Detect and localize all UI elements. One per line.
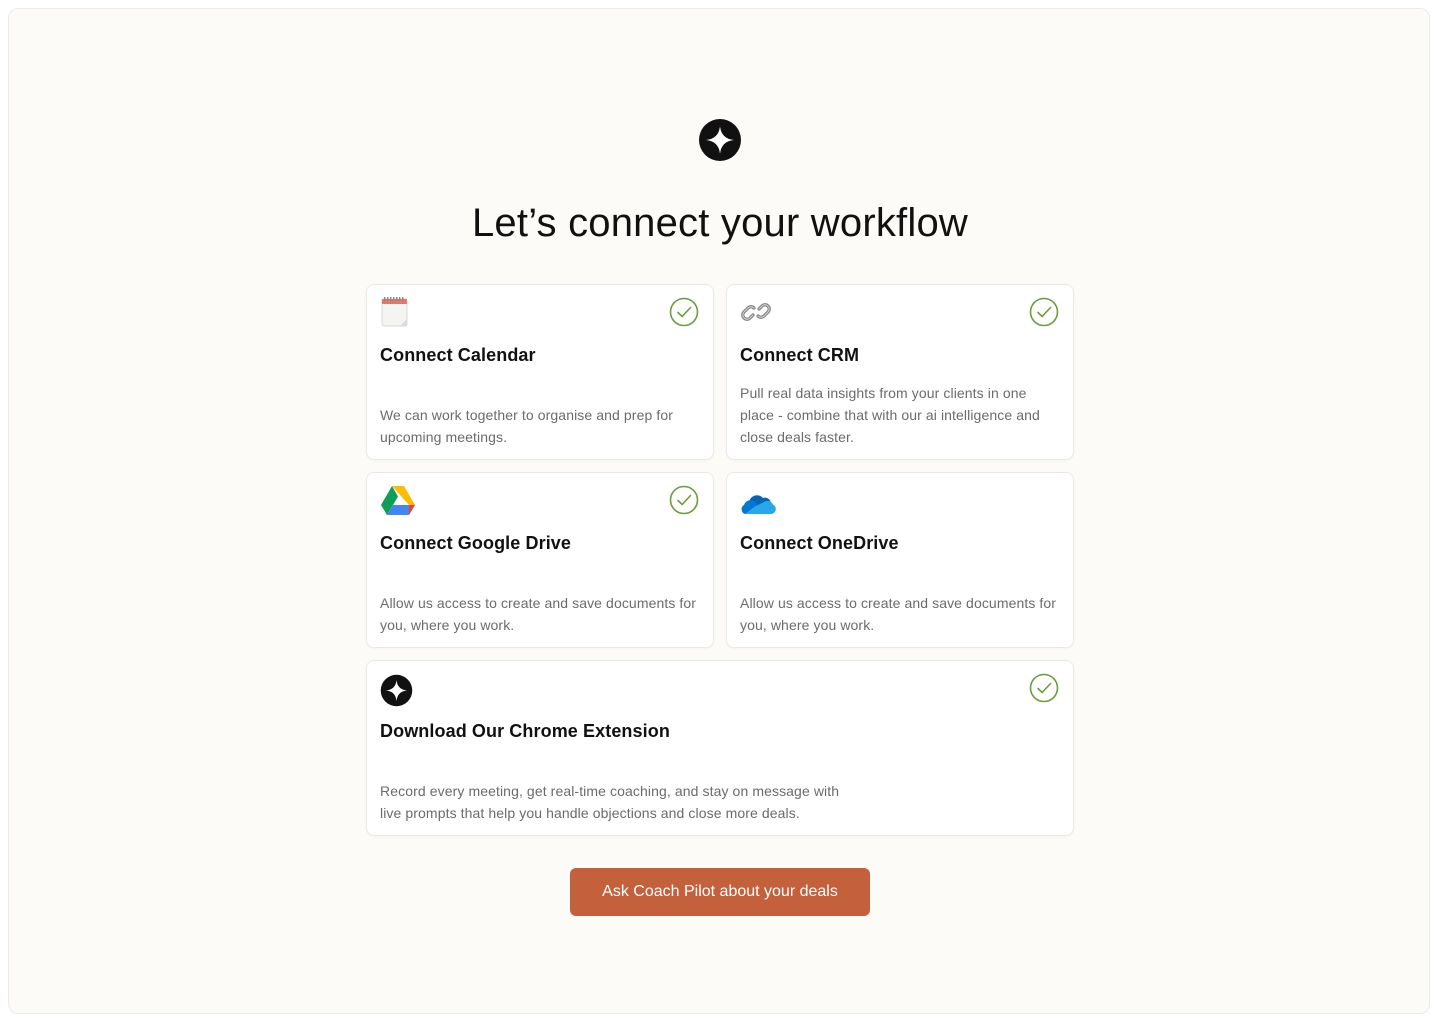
connected-check-icon bbox=[669, 485, 699, 515]
sparkle-logo-icon bbox=[699, 119, 741, 161]
connect-google-drive-card[interactable]: Connect Google Drive Allow us access to … bbox=[366, 472, 714, 648]
ask-coach-pilot-button[interactable]: Ask Coach Pilot about your deals bbox=[570, 868, 870, 916]
page-title: Let’s connect your workflow bbox=[471, 201, 968, 245]
link-icon bbox=[741, 303, 771, 321]
card-title: Download Our Chrome Extension bbox=[380, 721, 670, 741]
sparkle-logo-icon bbox=[380, 674, 413, 707]
card-title: Connect OneDrive bbox=[740, 533, 899, 553]
card-description: We can work together to organise and pre… bbox=[380, 407, 673, 445]
connected-check-icon bbox=[669, 297, 699, 327]
connect-calendar-card[interactable]: Connect Calendar We can work together to… bbox=[366, 284, 714, 460]
card-description: Record every meeting, get real-time coac… bbox=[380, 783, 840, 821]
onedrive-icon bbox=[741, 495, 776, 514]
connect-onedrive-card[interactable]: Connect OneDrive Allow us access to crea… bbox=[726, 472, 1074, 648]
card-description: Allow us access to create and save docum… bbox=[740, 595, 1057, 633]
card-description: Allow us access to create and save docum… bbox=[380, 595, 697, 633]
connected-check-icon bbox=[1029, 673, 1059, 703]
card-title: Connect Google Drive bbox=[380, 533, 572, 553]
connected-check-icon bbox=[1029, 297, 1059, 327]
card-description: Pull real data insights from your client… bbox=[740, 385, 1040, 445]
chrome-extension-card[interactable]: Download Our Chrome Extension Record eve… bbox=[366, 660, 1074, 836]
card-title: Connect Calendar bbox=[380, 345, 536, 365]
card-title: Connect CRM bbox=[740, 345, 860, 365]
calendar-icon bbox=[381, 297, 408, 327]
google-drive-icon bbox=[381, 486, 415, 515]
connect-crm-card[interactable]: Connect CRM Pull real data insights from… bbox=[726, 284, 1074, 460]
